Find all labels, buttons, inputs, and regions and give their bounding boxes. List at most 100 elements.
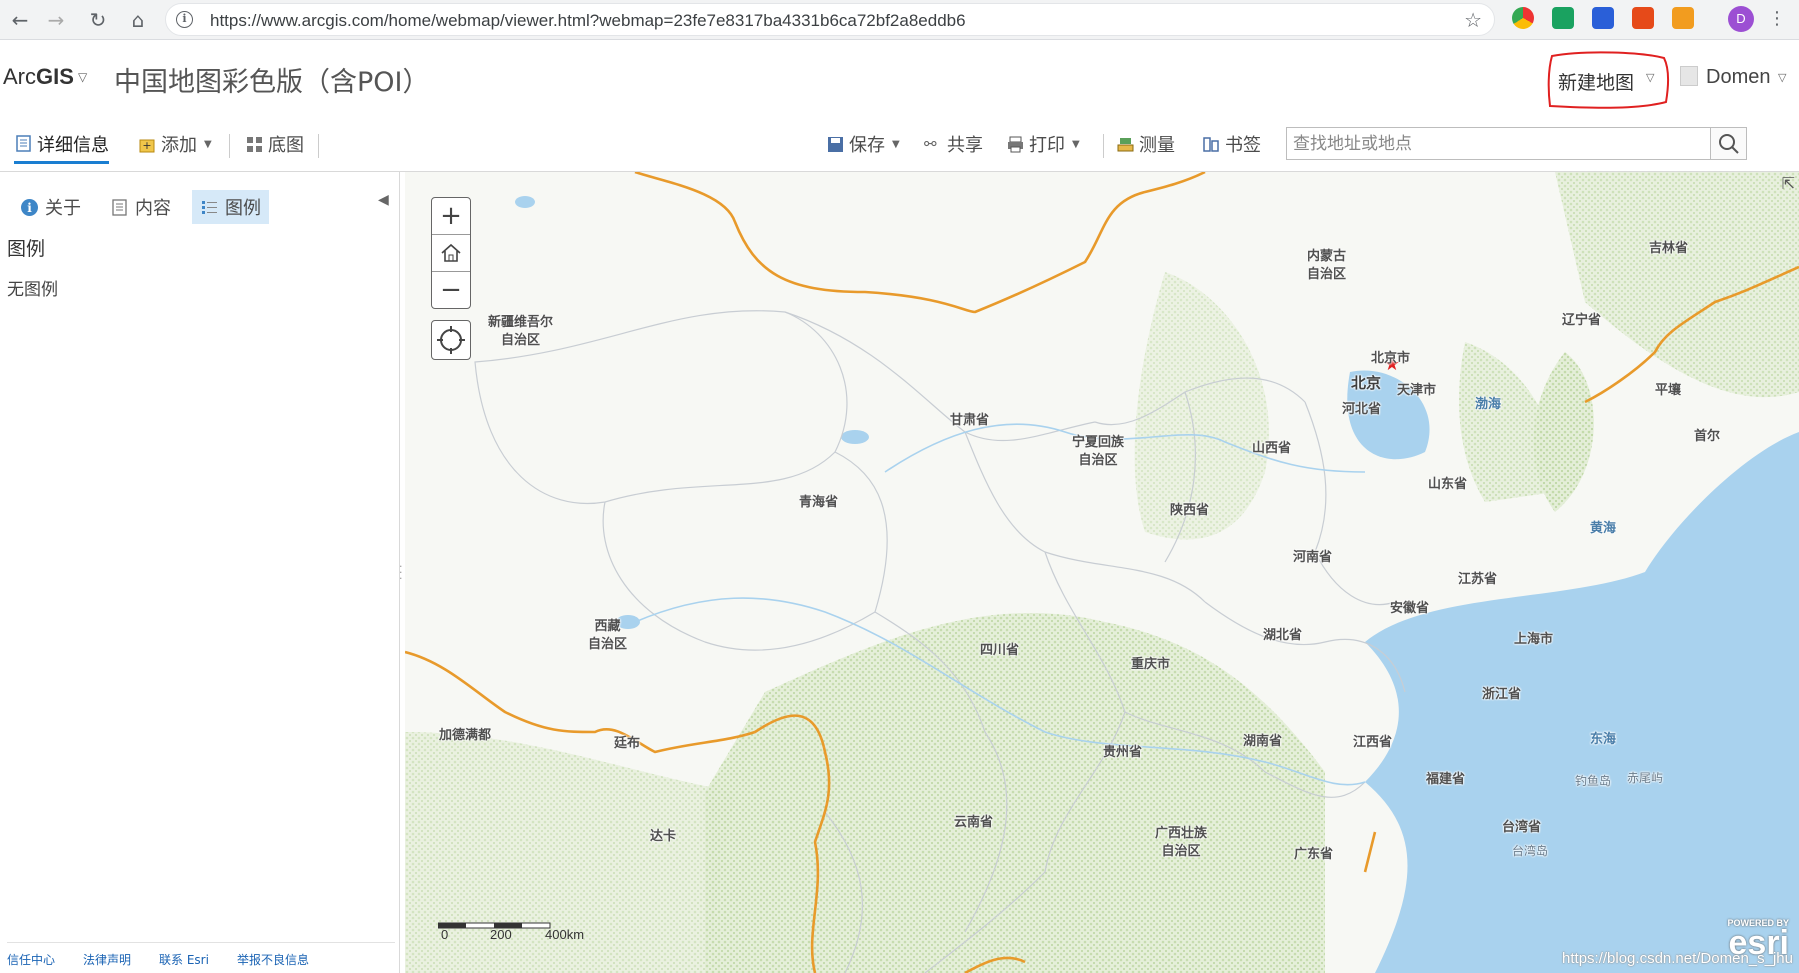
extension-save-icon[interactable] — [1632, 7, 1654, 29]
label-line: 自治区 — [1307, 267, 1347, 282]
new-map-label[interactable]: 新建地图 — [1558, 68, 1634, 95]
details-button[interactable]: 详细信息 — [14, 130, 109, 164]
map-label: 平壤 — [1655, 383, 1682, 398]
brand-suffix: GIS — [36, 64, 74, 89]
share-button[interactable]: ⚯ 共享 — [924, 130, 983, 158]
brand-prefix: Arc — [3, 64, 36, 89]
tab-about[interactable]: i 关于 — [12, 190, 89, 224]
site-info-icon[interactable]: i — [176, 11, 193, 28]
browser-profile-avatar[interactable]: D — [1728, 6, 1754, 32]
chevron-down-icon[interactable]: ▽ — [1778, 71, 1786, 84]
label-line: 西藏 — [594, 619, 621, 634]
tab-about-label: 关于 — [45, 198, 81, 219]
map-label: 河北省 — [1342, 402, 1382, 417]
label-line: 新疆维吾尔 — [488, 315, 554, 330]
bookmark-star-icon[interactable]: ☆ — [1464, 8, 1482, 32]
forward-icon[interactable]: → — [42, 6, 70, 34]
label-line: 自治区 — [501, 333, 541, 348]
bookmarks-label: 书签 — [1225, 135, 1261, 156]
tab-content[interactable]: 内容 — [102, 190, 179, 224]
map-label: 加德满都 — [439, 728, 492, 743]
footer-link-report[interactable]: 举报不良信息 — [237, 951, 309, 968]
label-line: 内蒙古 — [1307, 249, 1347, 264]
map-label: 云南省 — [954, 815, 994, 830]
user-avatar[interactable] — [1680, 66, 1698, 86]
zoom-in-button[interactable]: + — [432, 198, 470, 235]
address-bar[interactable]: i https://www.arcgis.com/home/webmap/vie… — [165, 3, 1495, 36]
bookmarks-button[interactable]: 书签 — [1202, 130, 1261, 158]
map-toolbar: 详细信息 + 添加 ▼ 底图 保存 ▼ ⚯ 共享 打印 ▼ 测量 书签 — [0, 116, 1799, 172]
search-input[interactable] — [1287, 128, 1705, 159]
map-label: 首尔 — [1694, 429, 1721, 444]
footer-link-legal[interactable]: 法律声明 — [83, 951, 131, 968]
details-panel: i 关于 内容 图例 ◀ 图例 无图例 · · · 信任中心 法律声明 联系 Esr… — [0, 172, 403, 973]
extension-chrome-icon[interactable] — [1512, 7, 1534, 29]
map-label: 安徽省 — [1390, 601, 1430, 616]
address-url[interactable]: https://www.arcgis.com/home/webmap/viewe… — [210, 11, 966, 31]
map-label: 山东省 — [1428, 477, 1468, 492]
panel-resize-handle[interactable]: · · · — [399, 561, 403, 584]
share-link-icon: ⚯ — [924, 134, 937, 153]
save-label: 保存 — [849, 135, 885, 156]
save-button[interactable]: 保存 ▼ — [826, 130, 900, 158]
extension-paw-icon[interactable] — [1592, 7, 1614, 29]
arcgis-brand[interactable]: ArcGIS — [3, 64, 74, 90]
map-label: 北京 — [1351, 374, 1382, 392]
map-label: 广西壮族 自治区 — [1155, 825, 1207, 861]
footer-link-contact[interactable]: 联系 Esri — [159, 951, 209, 968]
reload-icon[interactable]: ↻ — [84, 6, 112, 34]
legend-heading: 图例 — [7, 238, 46, 260]
add-label: 添加 — [161, 135, 197, 156]
chevron-down-icon[interactable]: ▽ — [78, 70, 87, 84]
map-view[interactable]: ★ 内蒙古 自治区 吉林省 新疆维吾尔 自治区 辽宁省 北京市 北京 天津市 河北省… — [405, 172, 1799, 973]
footer-link-trust[interactable]: 信任中心 — [7, 951, 55, 968]
browser-menu-icon[interactable]: ⋮ — [1768, 8, 1786, 29]
map-label: 内蒙古 自治区 — [1307, 248, 1346, 284]
browser-toolbar: ← → ↻ ⌂ i https://www.arcgis.com/home/we… — [0, 0, 1799, 40]
expand-map-icon[interactable]: ⇱ — [1782, 174, 1795, 193]
user-name[interactable]: Domen — [1706, 66, 1770, 89]
extension-shield-icon[interactable] — [1552, 7, 1574, 29]
measure-label: 测量 — [1139, 135, 1175, 156]
search-button[interactable] — [1710, 128, 1746, 159]
map-label: 渤海 — [1475, 397, 1502, 412]
map-label: 宁夏回族 自治区 — [1072, 434, 1124, 470]
home-icon[interactable]: ⌂ — [124, 6, 152, 34]
map-label: 钓鱼岛 — [1575, 774, 1612, 788]
zoom-out-button[interactable]: − — [432, 272, 470, 309]
map-label: 北京市 — [1371, 351, 1411, 366]
collapse-panel-icon[interactable]: ◀ — [378, 192, 389, 208]
share-label: 共享 — [947, 135, 983, 156]
map-label: 江西省 — [1353, 735, 1393, 750]
toolbar-divider — [229, 134, 230, 158]
home-extent-button[interactable] — [432, 235, 470, 272]
extension-puzzle-icon[interactable] — [1672, 7, 1694, 29]
back-icon[interactable]: ← — [6, 6, 34, 34]
scale-label-400: 400km — [545, 927, 585, 942]
label-line: 自治区 — [1078, 453, 1118, 468]
content-list-icon — [112, 198, 127, 216]
map-label: 山西省 — [1252, 441, 1292, 456]
chevron-down-icon[interactable]: ▽ — [1646, 71, 1654, 84]
crosshair-icon — [437, 326, 465, 354]
page-title: 中国地图彩色版（含POI） — [114, 67, 430, 98]
bookmark-icon — [1203, 136, 1219, 152]
measure-button[interactable]: 测量 — [1116, 130, 1175, 158]
search-icon — [1719, 134, 1739, 154]
print-button[interactable]: 打印 ▼ — [1006, 130, 1080, 158]
basemap-button[interactable]: 底图 — [245, 130, 304, 158]
map-label: 台湾岛 — [1512, 844, 1549, 858]
legend-list-icon — [202, 200, 217, 214]
scale-label-200: 200 — [490, 927, 512, 942]
map-label: 东海 — [1590, 732, 1617, 747]
map-label: 湖北省 — [1263, 628, 1303, 643]
map-label: 广东省 — [1294, 847, 1334, 862]
print-label: 打印 — [1029, 135, 1065, 156]
watermark: https://blog.csdn.net/Domen_s_jhu — [1562, 950, 1793, 967]
zoom-controls: + − — [431, 197, 471, 309]
tab-legend[interactable]: 图例 — [192, 190, 269, 224]
new-map-menu[interactable]: 新建地图 ▽ — [1546, 50, 1670, 110]
add-button[interactable]: + 添加 ▼ — [138, 130, 212, 158]
locate-button[interactable] — [431, 320, 471, 360]
toolbar-divider — [1103, 134, 1104, 158]
